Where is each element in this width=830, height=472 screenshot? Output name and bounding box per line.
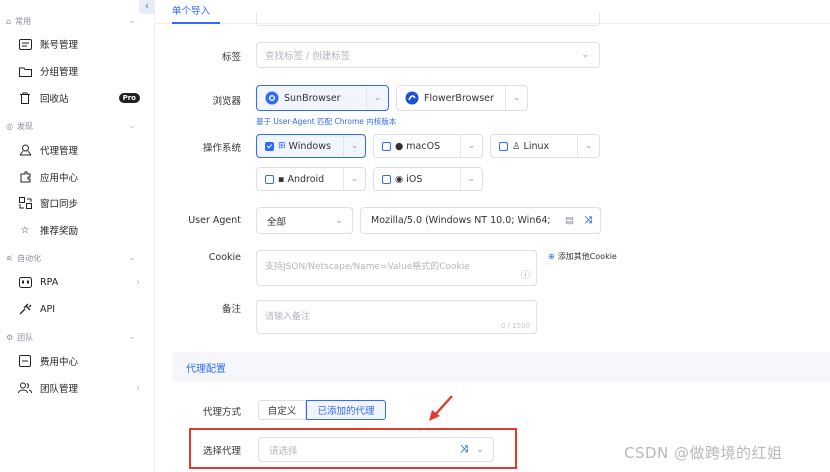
- pro-badge: Pro: [118, 93, 140, 103]
- sunbrowser-logo-icon: [265, 91, 284, 105]
- trash-icon: [18, 91, 32, 105]
- os-option-ios[interactable]: ◉ iOS ⌄: [373, 167, 483, 191]
- discover-icon: ◎: [6, 121, 13, 131]
- sidebar-item-api[interactable]: API: [18, 299, 140, 319]
- copy-icon[interactable]: ▤: [565, 215, 574, 226]
- chevron-down-icon: ⌄: [460, 168, 482, 190]
- os-option-android[interactable]: ▪ Android ⌄: [256, 167, 366, 191]
- section-common[interactable]: ⌂ 常用 ⌄: [6, 14, 136, 28]
- tab-single-import[interactable]: 单个导入: [172, 3, 210, 17]
- sidebar-item-trash[interactable]: 回收站 Pro: [18, 88, 140, 108]
- sidebar-item-proxy[interactable]: 代理管理: [18, 140, 140, 160]
- os-option-macos[interactable]: ● macOS ⌄: [373, 134, 483, 158]
- chevron-down-icon: ⌄: [128, 16, 136, 26]
- sync-icon: [18, 196, 32, 210]
- sidebar-item-groups[interactable]: 分组管理: [18, 61, 140, 81]
- chevron-down-icon: ⌄: [128, 253, 136, 263]
- chevron-down-icon: ⌄: [366, 86, 388, 110]
- annotation-arrow-icon: [429, 395, 453, 421]
- proxy-section-header: 代理配置: [172, 352, 830, 382]
- checkbox-unchecked: [265, 174, 274, 184]
- tags-label: 标签: [221, 52, 241, 63]
- sidebar-item-window-sync[interactable]: 窗口同步: [18, 193, 140, 213]
- plus-circle-icon: ⊕: [548, 252, 555, 261]
- active-tab-indicator: [172, 22, 220, 24]
- chevron-down-icon: ⌄: [128, 332, 136, 342]
- chevron-down-icon: ⌄: [460, 135, 482, 157]
- account-icon: [18, 37, 32, 51]
- section-team[interactable]: ⚙ 团队 ⌄: [6, 330, 136, 344]
- section-discover[interactable]: ◎ 发现 ⌄: [6, 119, 136, 133]
- apple-icon: ●: [395, 140, 404, 152]
- sidebar-item-referral[interactable]: ☆ 推荐奖励: [18, 220, 140, 240]
- tags-input[interactable]: 查找标签 / 创建标签 ⌄: [256, 42, 600, 68]
- proxy-icon: [18, 143, 32, 157]
- shuffle-icon[interactable]: ⤨: [584, 215, 592, 226]
- sidebar-item-billing[interactable]: 费用中心: [18, 351, 140, 371]
- sidebar: ‹ ⌂ 常用 ⌄ 账号管理 分组管理 回收站 Pro ◎ 发现 ⌄ 代理管理 应…: [0, 0, 155, 472]
- chevron-down-icon: ⌄: [581, 50, 589, 60]
- os-label: 操作系统: [202, 143, 241, 154]
- android-icon: ▪: [278, 173, 285, 185]
- checkbox-unchecked: [382, 174, 391, 184]
- remark-textarea[interactable]: 请输入备注 0 / 1500: [256, 300, 537, 334]
- chevron-right-icon: ›: [136, 382, 140, 394]
- rpa-icon: [18, 275, 32, 289]
- user-agent-select[interactable]: 全部 ⌄: [256, 207, 353, 234]
- chevron-down-icon: ⌄: [505, 86, 527, 110]
- proxy-method-custom[interactable]: 自定义: [258, 400, 306, 420]
- app-icon: [18, 170, 32, 184]
- linux-icon: ♙: [512, 140, 521, 152]
- collapse-sidebar-button[interactable]: ‹: [139, 0, 155, 14]
- folder-icon: [18, 64, 32, 78]
- remark-label: 备注: [221, 304, 241, 315]
- sidebar-item-rpa[interactable]: RPA ›: [18, 272, 140, 292]
- proxy-method-added[interactable]: 已添加的代理: [306, 400, 386, 420]
- cookie-label: Cookie: [208, 252, 241, 263]
- sidebar-item-accounts[interactable]: 账号管理: [18, 34, 140, 54]
- sidebar-item-apps[interactable]: 应用中心: [18, 167, 140, 187]
- main-content: 单个导入 标签 查找标签 / 创建标签 ⌄ 浏览器 SunBrowser ⌄ F…: [155, 0, 830, 472]
- browser-option-sunbrowser[interactable]: SunBrowser ⌄: [256, 85, 389, 111]
- chevron-down-icon: ⌄: [343, 168, 365, 190]
- annotation-highlight-box: [189, 428, 517, 469]
- section-automation[interactable]: ⚟ 自动化 ⌄: [6, 251, 136, 265]
- chevron-down-icon: ⌄: [343, 135, 365, 157]
- os-option-windows[interactable]: ⊞ Windows ⌄: [256, 134, 366, 158]
- automation-icon: ⚟: [6, 253, 14, 263]
- user-agent-input[interactable]: Mozilla/5.0 (Windows NT 10.0; Win64; x..…: [360, 207, 601, 234]
- api-icon: [18, 302, 32, 316]
- team-manage-icon: [18, 381, 32, 395]
- cookie-textarea[interactable]: 支持JSON/Netscape/Name=Value格式的Cookie ⓘ: [256, 250, 537, 286]
- sidebar-item-team-manage[interactable]: 团队管理 ›: [18, 378, 140, 398]
- ios-icon: ◉: [395, 173, 404, 185]
- browser-option-flowerbrowser[interactable]: FlowerBrowser ⌄: [396, 85, 528, 111]
- star-icon: ☆: [20, 224, 30, 236]
- windows-icon: ⊞: [278, 141, 286, 151]
- watermark: CSDN @做跨境的红姐: [624, 444, 783, 462]
- checkbox-unchecked: [382, 141, 391, 151]
- field-above-cutoff: [256, 12, 600, 26]
- browser-note: 基于 User-Agent 匹配 Chrome 内核版本: [256, 117, 397, 126]
- chevron-down-icon: ⌄: [577, 135, 599, 157]
- home-icon: ⌂: [6, 16, 12, 26]
- browser-label: 浏览器: [212, 96, 241, 107]
- add-cookie-link[interactable]: ⊕ 添加其他Cookie: [548, 251, 617, 262]
- proxy-method-label: 代理方式: [202, 407, 241, 418]
- info-icon: ⓘ: [520, 271, 530, 281]
- checkbox-unchecked: [499, 141, 508, 151]
- flowerbrowser-logo-icon: [405, 91, 424, 105]
- team-icon: ⚙: [6, 332, 14, 342]
- user-agent-label: User Agent: [188, 215, 241, 226]
- chevron-down-icon: ⌄: [128, 121, 136, 131]
- remark-char-counter: 0 / 1500: [500, 322, 530, 330]
- billing-icon: [18, 354, 32, 368]
- chevron-right-icon: ›: [136, 276, 140, 288]
- os-option-linux[interactable]: ♙ Linux ⌄: [490, 134, 600, 158]
- checkbox-checked: [265, 141, 274, 151]
- chevron-down-icon: ⌄: [335, 215, 343, 226]
